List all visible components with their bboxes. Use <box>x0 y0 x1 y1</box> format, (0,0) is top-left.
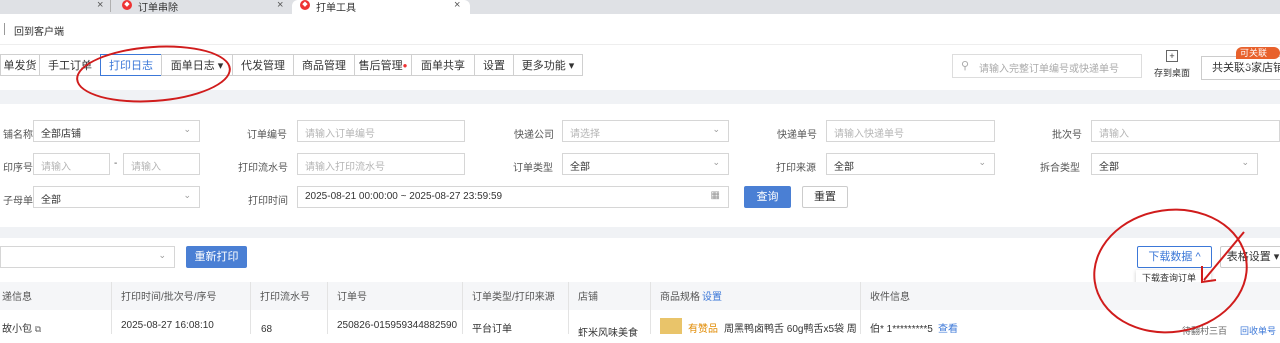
nav-manual-order[interactable]: 手工订单 <box>39 54 101 76</box>
query-button[interactable]: 查询 <box>744 186 791 208</box>
child-order-select[interactable]: 全部 ⌄ <box>33 186 200 208</box>
batch-no-label: 批次号 <box>1052 130 1082 141</box>
shop-name-select[interactable]: 全部店铺 ⌄ <box>33 120 200 142</box>
range-separator: - <box>114 158 118 169</box>
chevron-down-icon: ⌄ <box>158 250 166 260</box>
link-quota-badge: 可关联200 <box>1236 47 1280 70</box>
annotation-arrow-icon <box>1201 231 1245 284</box>
courier-label: 快递公司 <box>514 130 554 141</box>
section-gap <box>0 90 1280 104</box>
app-logo-icon: ◆ <box>122 0 132 10</box>
tracking-no-label: 快递单号 <box>777 130 817 141</box>
print-serial-input[interactable]: 请输入打印流水号 <box>297 153 465 175</box>
view-receiver-link[interactable]: 查看 <box>938 320 958 335</box>
print-time-range-picker[interactable]: 2025-08-21 00:00:00 ~ 2025-08-27 23:59:5… <box>297 186 729 208</box>
batch-no-input[interactable]: 请输入 <box>1091 120 1280 142</box>
browser-tab-2[interactable]: ◆ 订单串除 × <box>112 0 288 14</box>
nav-after-sales[interactable]: 售后管理● <box>354 54 412 76</box>
chevron-down-icon: ⌄ <box>712 157 720 167</box>
child-order-label: 子母单 <box>3 196 33 207</box>
search-box[interactable]: ⚲ 请输入完整订单编号或快递单号 <box>952 54 1142 78</box>
chevron-down-icon: ⌄ <box>183 190 191 200</box>
chevron-down-icon: ⌄ <box>1241 157 1249 167</box>
col-header-receiver: 收件信息 <box>870 292 910 303</box>
order-type-label: 订单类型 <box>513 163 553 174</box>
split-type-select[interactable]: 全部 ⌄ <box>1091 153 1258 175</box>
shop-cell: 虾米风味美食 <box>578 328 638 339</box>
section-gap <box>0 227 1280 238</box>
seq-to-input[interactable]: 请输入 <box>123 153 200 175</box>
save-desktop-label: 存到桌面 <box>1153 68 1190 78</box>
order-type-select[interactable]: 全部 ⌄ <box>562 153 729 175</box>
receiver-cell: 伯* 1*********5 <box>870 324 933 335</box>
search-icon: ⚲ <box>961 60 970 72</box>
col-header-product: 商品规格 <box>660 292 700 303</box>
package-cell: 故小包 ⧉ <box>2 324 42 335</box>
app-logo-icon: ◆ <box>300 0 310 10</box>
print-time-cell: 2025-08-27 16:08:10 <box>121 320 214 331</box>
product-name-cell: 周黑鸭卤鸭舌 60g鸭舌x5袋 周 <box>724 324 857 335</box>
nav-ship[interactable]: 单发货 <box>0 54 40 76</box>
chevron-down-icon: ⌄ <box>712 124 720 134</box>
nav-dropship[interactable]: 代发管理 <box>232 54 294 76</box>
browser-tab-3-active[interactable]: ◆ 打单工具 × <box>292 0 470 14</box>
courier-select[interactable]: 请选择 ⌄ <box>562 120 729 142</box>
plus-box-icon: + <box>1166 50 1178 62</box>
nav-print-log[interactable]: 打印日志 <box>100 54 162 76</box>
top-bar: 回到客户端 <box>0 14 1280 45</box>
reset-button[interactable]: 重置 <box>802 186 848 208</box>
chevron-down-icon: ⌄ <box>183 124 191 134</box>
browser-tab-strip: × ◆ 订单串除 × ◆ 打单工具 × <box>0 0 1280 14</box>
seq-no-label: 印序号 <box>3 163 33 174</box>
shop-name-label: 铺名称 <box>3 130 33 141</box>
split-type-label: 拆合类型 <box>1040 163 1080 174</box>
search-input[interactable]: 请输入完整订单编号或快递单号 <box>979 60 1119 75</box>
close-icon[interactable]: × <box>97 0 103 11</box>
col-header-shipping: 递信息 <box>2 292 32 303</box>
order-no-input[interactable]: 请输入订单编号 <box>297 120 465 142</box>
order-no-cell: 250826-015959344882590 <box>337 320 458 331</box>
calendar-icon: ▦ <box>710 190 720 201</box>
copy-icon[interactable]: ⧉ <box>35 324 41 334</box>
product-thumbnail <box>660 318 682 334</box>
reprint-button[interactable]: 重新打印 <box>186 246 247 268</box>
save-desktop-button[interactable]: + 存到桌面 <box>1152 50 1192 79</box>
col-header-shop: 店铺 <box>578 292 598 303</box>
print-serial-label: 打印流水号 <box>238 163 288 174</box>
tab-divider <box>110 0 111 12</box>
col-header-print-time: 打印时间/批次号/序号 <box>121 292 217 303</box>
seq-from-input[interactable]: 请输入 <box>33 153 110 175</box>
tab-label: 订单串除 <box>138 3 178 14</box>
nav-settings[interactable]: 设置 <box>474 54 514 76</box>
batch-select[interactable]: ⌄ <box>0 246 175 268</box>
print-source-select[interactable]: 全部 ⌄ <box>826 153 995 175</box>
tracking-no-input[interactable]: 请输入快递单号 <box>826 120 995 142</box>
col-header-order-type: 订单类型/打印来源 <box>472 292 555 303</box>
tab-label: 打单工具 <box>316 3 356 14</box>
close-icon[interactable]: × <box>277 0 283 11</box>
order-no-label: 订单编号 <box>247 130 287 141</box>
close-icon[interactable]: × <box>454 0 460 11</box>
nav-products[interactable]: 商品管理 <box>293 54 355 76</box>
col-header-order-no: 订单号 <box>337 292 367 303</box>
row-action-text: 待翻村三百 <box>1182 326 1228 336</box>
print-source-label: 打印来源 <box>776 163 816 174</box>
nav-waybill-share[interactable]: 面单共享 <box>411 54 475 76</box>
product-tag-badge: 有赞品 <box>688 324 718 335</box>
chevron-down-icon: ⌄ <box>978 157 986 167</box>
serial-cell: 68 <box>261 324 273 335</box>
order-type-cell: 平台订单 <box>472 324 512 335</box>
back-to-client-link[interactable]: 回到客户端 <box>14 23 64 38</box>
notification-dot: ● <box>402 61 408 70</box>
browser-tab-1[interactable]: × <box>0 0 108 14</box>
print-time-label: 打印时间 <box>248 196 288 207</box>
recycle-number-link[interactable]: 回收单号 <box>1240 324 1276 337</box>
nav-waybill-log[interactable]: 面单日志 ▾ <box>161 54 233 76</box>
nav-more[interactable]: 更多功能 ▾ <box>513 54 583 76</box>
product-settings-link[interactable]: 设置 <box>702 288 722 303</box>
col-header-print-serial: 打印流水号 <box>260 292 310 303</box>
divider <box>4 23 5 35</box>
